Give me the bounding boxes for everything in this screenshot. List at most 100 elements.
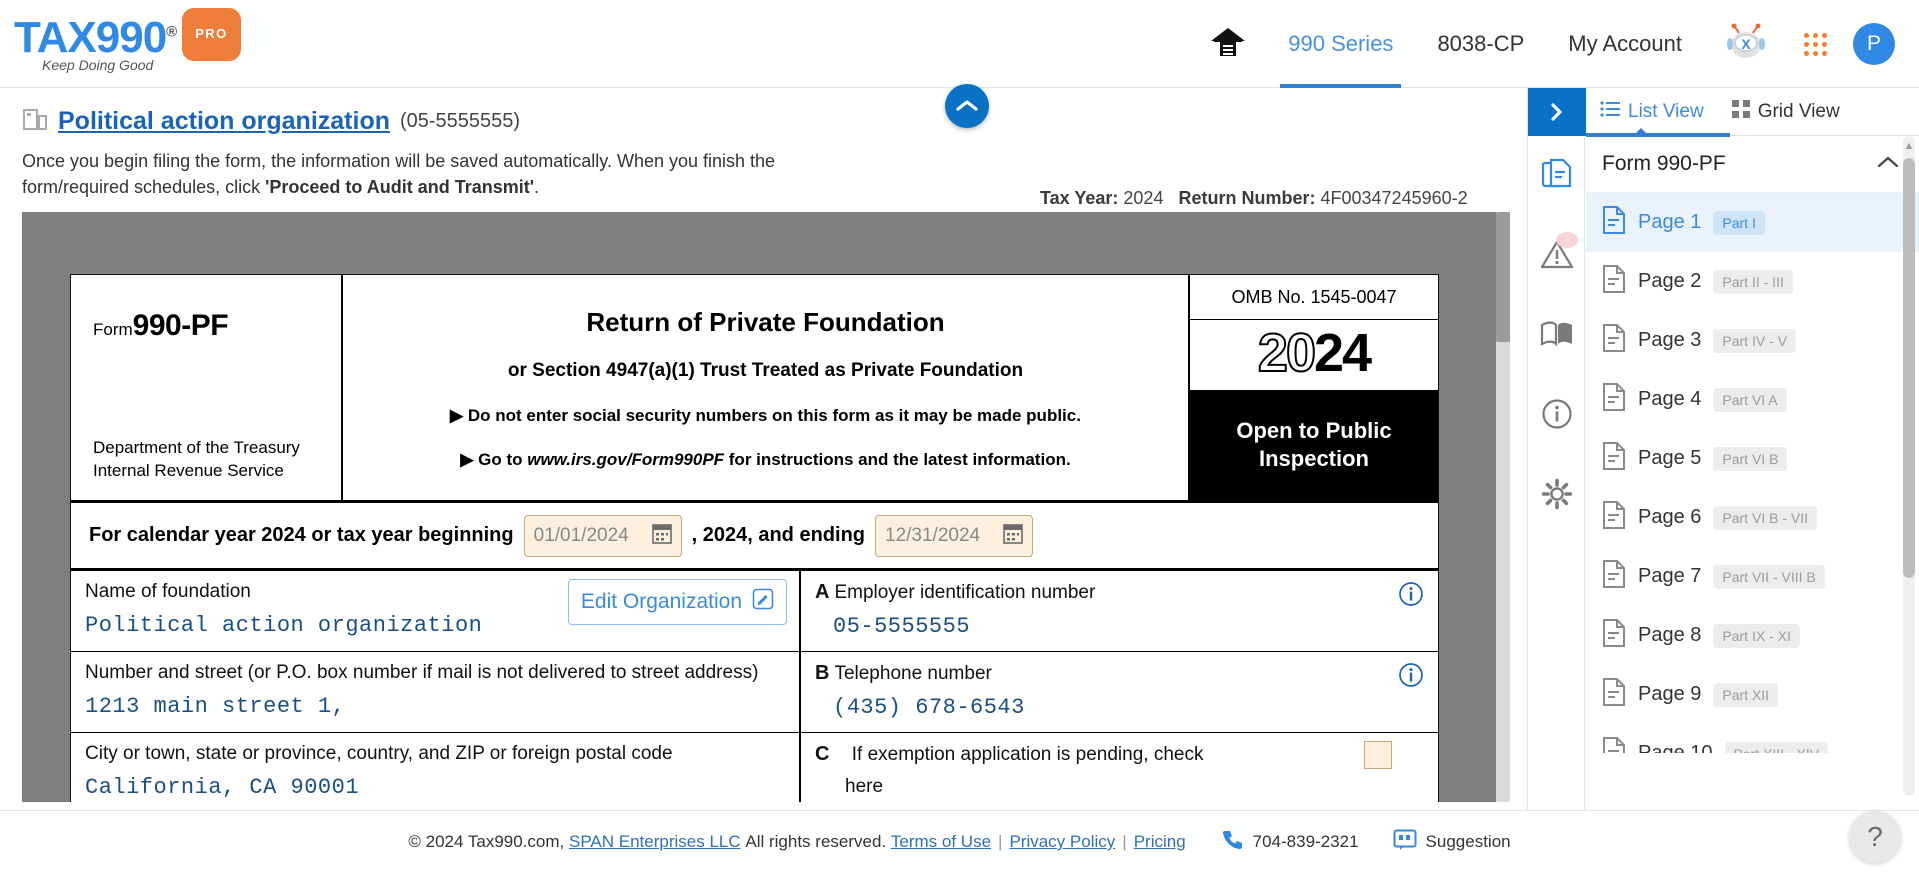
- rail-item-forms[interactable]: [1528, 136, 1586, 216]
- preview-vertical-scrollbar[interactable]: [1496, 212, 1510, 802]
- tax-year-end-input[interactable]: 12/31/2024: [875, 514, 1034, 557]
- page-list-item[interactable]: Page 10 Part XIII - XIV: [1586, 724, 1919, 753]
- avatar[interactable]: P: [1853, 23, 1895, 65]
- info-icon[interactable]: [1398, 581, 1424, 612]
- calendar-icon[interactable]: [1003, 522, 1023, 550]
- footer-company-link[interactable]: SPAN Enterprises LLC: [569, 832, 741, 852]
- tax-year-value: 2024: [1123, 188, 1164, 208]
- chatbot-icon[interactable]: X: [1704, 21, 1788, 68]
- brand-logo-text: TAX990® PRO: [14, 8, 264, 61]
- telephone-value: (435) 678-6543: [833, 695, 1025, 720]
- ein-label-wrap: A Employer identification number: [815, 581, 1424, 604]
- telephone-cell: B Telephone number (435) 678-6543: [801, 652, 1438, 732]
- rail-item-settings[interactable]: [1528, 456, 1586, 536]
- nav-item-my-account[interactable]: My Account: [1546, 0, 1704, 88]
- ein-cell: A Employer identification number 05-55555…: [801, 571, 1438, 651]
- form-note-1: ▶ Do not enter social security numbers o…: [353, 406, 1178, 426]
- scroll-up-arrow-icon[interactable]: ▲: [1903, 140, 1915, 152]
- expand-panel-button[interactable]: [1528, 88, 1586, 136]
- rail-item-instructions[interactable]: [1528, 296, 1586, 376]
- page-list-item[interactable]: Page 6 Part VI B - VII: [1586, 488, 1919, 547]
- help-button[interactable]: ?: [1849, 811, 1901, 863]
- page-list-item[interactable]: Page 8 Part IX - XI: [1586, 606, 1919, 665]
- page-part-chip: Part IV - V: [1713, 328, 1796, 353]
- page-document-icon: [1602, 501, 1626, 534]
- grid-dot: [1813, 50, 1818, 56]
- phone-icon: [1220, 828, 1244, 857]
- footer-suggestion-label: Suggestion: [1425, 832, 1511, 851]
- tab-grid-view[interactable]: Grid View: [1718, 88, 1854, 136]
- page-list-item[interactable]: Page 4 Part VI A: [1586, 370, 1919, 429]
- page-list-item-label: Page 10: [1638, 742, 1713, 753]
- home-icon[interactable]: [1190, 22, 1266, 67]
- footer-phone-group[interactable]: 704-839-2321: [1220, 828, 1359, 857]
- page-list-item[interactable]: Page 2 Part II - III: [1586, 252, 1919, 311]
- footer-suggestion-group[interactable]: Suggestion: [1393, 828, 1511, 857]
- nav-label: 990 Series: [1288, 31, 1394, 56]
- page-list-item[interactable]: Page 5 Part VI B: [1586, 429, 1919, 488]
- form-header: Form990-PF Department of the Treasury In…: [71, 275, 1438, 503]
- tax-year-begin-input[interactable]: 01/01/2024: [523, 514, 682, 557]
- page-list-item[interactable]: Page 7 Part VII - VIII B: [1586, 547, 1919, 606]
- brand-logo[interactable]: TAX990® PRO Keep Doing Good: [14, 8, 264, 80]
- side-icon-rail: [1527, 88, 1586, 810]
- footer-phone: 704-839-2321: [1252, 832, 1359, 851]
- page-document-icon: [1602, 560, 1626, 593]
- exemption-pending-checkbox[interactable]: [1364, 741, 1392, 769]
- footer-privacy-link[interactable]: Privacy Policy: [1009, 832, 1115, 852]
- city-label: City or town, state or province, country…: [85, 743, 673, 764]
- street-cell: Number and street (or P.O. box number if…: [71, 652, 801, 732]
- sub-header: Political action organization (05-555555…: [0, 88, 1540, 271]
- edit-organization-label: Edit Organization: [580, 590, 742, 613]
- panel-scroll-thumb[interactable]: [1903, 158, 1915, 578]
- page-part-chip: Part VII - VIII B: [1713, 564, 1825, 589]
- telephone-label-wrap: B Telephone number: [815, 662, 1424, 685]
- triangle-bullet-icon: ▶: [460, 450, 474, 469]
- apps-grid-icon[interactable]: [1788, 32, 1843, 56]
- department-text: Department of the Treasury Internal Reve…: [93, 436, 300, 482]
- preview-scroll-thumb[interactable]: [1496, 212, 1510, 342]
- grid-dot: [1804, 41, 1809, 47]
- nav-item-990-series[interactable]: 990 Series: [1266, 0, 1415, 88]
- edit-organization-button[interactable]: Edit Organization: [567, 579, 787, 625]
- chevron-up-icon[interactable]: [1877, 155, 1899, 174]
- return-number-label: Return Number:: [1178, 188, 1316, 208]
- exemption-label-line1: If exemption application is pending, che…: [851, 744, 1204, 765]
- irs-url-link[interactable]: www.irs.gov/Form990PF: [527, 450, 724, 469]
- page-part-chip: Part XIII - XIV: [1724, 741, 1829, 753]
- suggestion-icon: [1393, 828, 1417, 857]
- footer-pricing-link[interactable]: Pricing: [1134, 832, 1186, 852]
- calendar-icon[interactable]: [651, 522, 672, 550]
- form-header-center: Return of Private Foundation or Section …: [343, 275, 1188, 500]
- organization-name-link[interactable]: Political action organization: [58, 107, 390, 136]
- foundation-name-row: Name of foundation Political action orga…: [71, 571, 1438, 652]
- panel-scrollbar[interactable]: [1903, 136, 1915, 796]
- dept-line1: Department of the Treasury: [93, 438, 300, 457]
- building-icon: [22, 106, 48, 137]
- collapse-toggle-button[interactable]: [945, 84, 989, 128]
- tab-list-view[interactable]: List View: [1586, 88, 1730, 137]
- footer-terms-link[interactable]: Terms of Use: [891, 832, 991, 852]
- rail-item-info[interactable]: [1528, 376, 1586, 456]
- page-list[interactable]: Page 1 Part I Page 2 Part II - III Page 3 Par…: [1586, 193, 1919, 753]
- page-list-item[interactable]: Page 1 Part I: [1586, 193, 1919, 252]
- page-list-item-label: Page 7: [1638, 565, 1702, 587]
- footer: © 2024 Tax990.com, SPAN Enterprises LLC …: [0, 810, 1919, 873]
- organization-ein: (05-5555555): [399, 110, 521, 132]
- nav-item-8038-cp[interactable]: 8038-CP: [1415, 0, 1546, 88]
- form-section-header[interactable]: Form 990-PF: [1586, 136, 1919, 193]
- page-list-item[interactable]: Page 3 Part IV - V: [1586, 311, 1919, 370]
- rail-item-errors[interactable]: [1528, 216, 1586, 296]
- help-text-emphasis: 'Proceed to Audit and Transmit': [265, 177, 535, 197]
- grid-dot: [1822, 41, 1827, 47]
- page-document-icon: [1602, 442, 1626, 475]
- grid-view-icon: [1731, 99, 1750, 124]
- street-row: Number and street (or P.O. box number if…: [71, 652, 1438, 733]
- error-badge: [1556, 232, 1578, 248]
- page-document-icon: [1602, 678, 1626, 711]
- info-icon[interactable]: [1398, 662, 1424, 693]
- page-list-item[interactable]: Page 9 Part XII: [1586, 665, 1919, 724]
- foundation-name-cell: Name of foundation Political action orga…: [71, 571, 801, 651]
- form-note-1-text: Do not enter social security numbers on …: [467, 406, 1081, 425]
- triangle-bullet-icon: ▶: [450, 406, 464, 425]
